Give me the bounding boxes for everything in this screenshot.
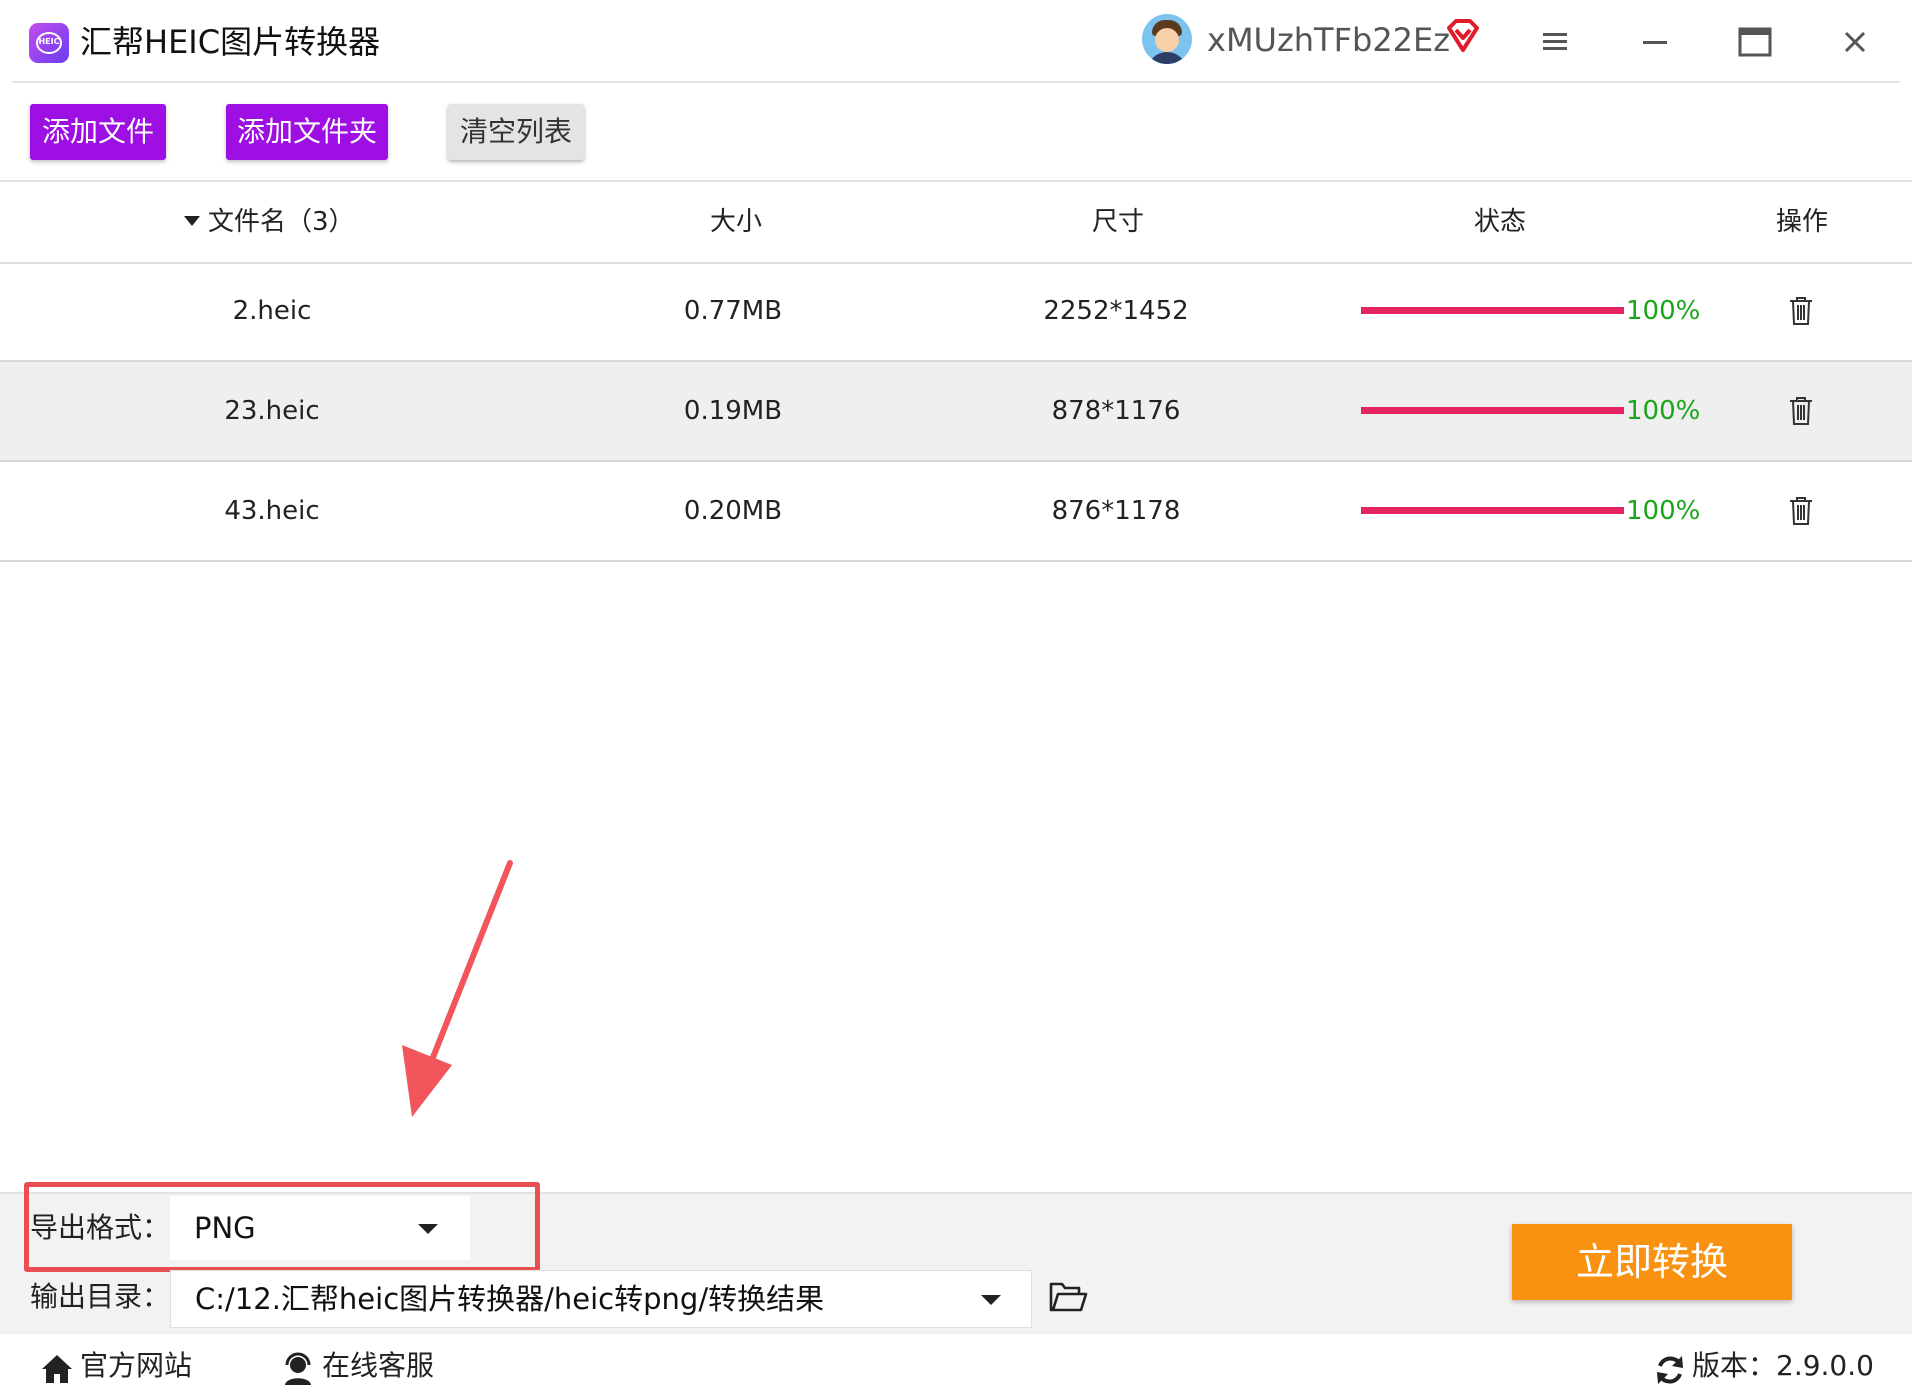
close-icon[interactable] — [1830, 18, 1880, 66]
sort-down-icon — [184, 215, 200, 226]
minimize-icon[interactable] — [1630, 18, 1680, 66]
trash-icon[interactable] — [1786, 394, 1816, 428]
progress-label: 100% — [1626, 296, 1701, 326]
footer: 官方网站 在线客服 版本：2.9.0.0 — [0, 1334, 1912, 1400]
official-site-link[interactable]: 官方网站 — [80, 1344, 192, 1388]
progress-bar — [1361, 407, 1624, 414]
table-header: 文件名（3） 大小 尺寸 状态 操作 — [0, 180, 1912, 264]
file-dimensions: 878*1176 — [1051, 396, 1181, 426]
format-value: PNG — [194, 1211, 256, 1245]
add-file-button[interactable]: 添加文件 — [30, 104, 166, 160]
progress-bar — [1361, 507, 1624, 514]
progress-label: 100% — [1626, 496, 1701, 526]
menu-icon[interactable] — [1530, 18, 1580, 66]
header-status: 状态 — [1474, 207, 1527, 237]
version-label: 版本：2.9.0.0 — [1692, 1349, 1874, 1382]
file-dimensions: 876*1178 — [1051, 496, 1181, 526]
app-logo-icon: HEIC — [29, 23, 69, 63]
trash-icon[interactable] — [1786, 294, 1816, 328]
trash-icon[interactable] — [1786, 494, 1816, 528]
file-dimensions: 2252*1452 — [1043, 296, 1189, 326]
output-dir-value: C:/12.汇帮heic图片转换器/heic转png/转换结果 — [195, 1282, 825, 1316]
progress-label: 100% — [1626, 396, 1701, 426]
output-dir-label: 输出目录： — [30, 1280, 171, 1313]
output-dir-select[interactable]: C:/12.汇帮heic图片转换器/heic转png/转换结果 — [170, 1270, 1032, 1328]
app-title: 汇帮HEIC图片转换器 — [80, 23, 381, 61]
refresh-icon[interactable] — [1654, 1354, 1686, 1386]
title-divider — [12, 81, 1900, 83]
clear-list-button[interactable]: 清空列表 — [448, 104, 584, 160]
annotation-arrow — [402, 860, 513, 1117]
table-row[interactable]: 23.heic 0.19MB 878*1176 100% — [0, 362, 1912, 462]
chevron-down-icon — [418, 1224, 438, 1234]
chevron-down-icon — [981, 1295, 1001, 1305]
header-actions: 操作 — [1776, 207, 1829, 237]
file-size: 0.20MB — [683, 496, 783, 526]
header-size: 大小 — [710, 207, 763, 237]
avatar[interactable] — [1142, 14, 1192, 64]
add-folder-button[interactable]: 添加文件夹 — [226, 104, 388, 160]
file-name: 23.heic — [224, 396, 320, 426]
format-label: 导出格式： — [30, 1211, 171, 1244]
home-icon[interactable] — [40, 1352, 74, 1386]
vip-diamond-icon[interactable] — [1443, 16, 1483, 56]
table-row[interactable]: 2.heic 0.77MB 2252*1452 100% — [0, 262, 1912, 362]
online-support-link[interactable]: 在线客服 — [322, 1344, 434, 1388]
headset-icon[interactable] — [282, 1352, 314, 1386]
header-dimensions: 尺寸 — [1092, 207, 1145, 237]
file-size: 0.77MB — [683, 296, 783, 326]
maximize-icon[interactable] — [1730, 18, 1780, 66]
convert-button[interactable]: 立即转换 — [1512, 1224, 1792, 1300]
table-row[interactable]: 43.heic 0.20MB 876*1178 100% — [0, 462, 1912, 562]
format-select[interactable]: PNG — [170, 1196, 470, 1260]
header-filename[interactable]: 文件名（3） — [184, 182, 355, 262]
file-name: 2.heic — [232, 296, 312, 326]
folder-open-icon[interactable] — [1048, 1280, 1088, 1314]
username[interactable]: xMUzhTFb22Ez — [1207, 18, 1450, 62]
title-bar: HEIC 汇帮HEIC图片转换器 xMUzhTFb22Ez — [0, 0, 1912, 82]
file-size: 0.19MB — [683, 396, 783, 426]
file-name: 43.heic — [224, 496, 320, 526]
progress-bar — [1361, 307, 1624, 314]
